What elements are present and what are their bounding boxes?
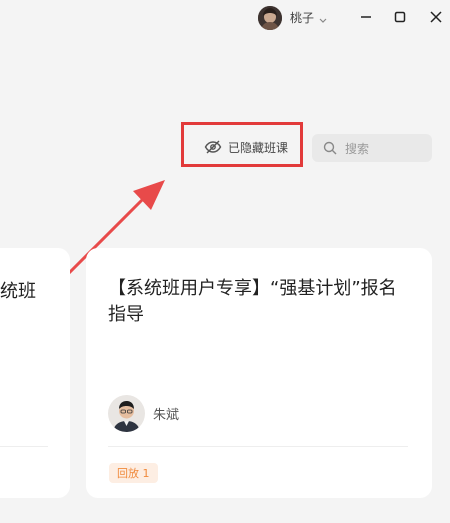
replay-badge-label: 回放 1 [117, 467, 150, 480]
teacher-avatar-image [108, 395, 145, 432]
maximize-icon [394, 11, 406, 23]
highlight-annotation-box [181, 122, 303, 167]
user-name[interactable]: 桃子 [290, 9, 314, 26]
user-avatar-image [258, 6, 282, 30]
teacher-avatar [108, 395, 145, 432]
teacher-name: 朱斌 [153, 408, 180, 423]
chevron-down-icon[interactable] [318, 10, 328, 23]
search-placeholder: 搜索 [345, 141, 370, 156]
replay-badge: 回放 1 [109, 463, 158, 483]
course-title: 【系统班用户专享】“强基计划”报名指导 [108, 278, 397, 325]
divider [0, 446, 48, 447]
minimize-button[interactable] [356, 7, 376, 27]
minimize-icon [361, 16, 371, 18]
maximize-button[interactable] [390, 7, 410, 27]
close-icon [430, 11, 442, 23]
search-icon [323, 141, 337, 155]
divider [108, 446, 408, 447]
user-avatar[interactable] [258, 6, 282, 30]
course-title: 统班 [0, 281, 36, 302]
title-bar [0, 0, 450, 36]
close-button[interactable] [426, 7, 446, 27]
search-input[interactable]: 搜索 [312, 134, 432, 162]
